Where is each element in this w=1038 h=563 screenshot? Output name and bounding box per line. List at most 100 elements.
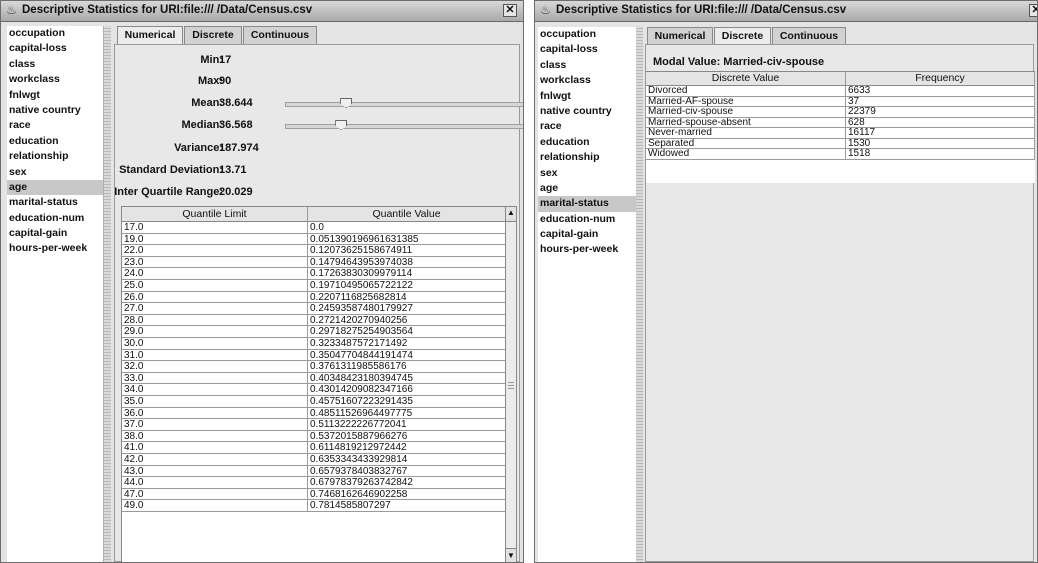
quantile-value-cell[interactable]: 0.24593587480179927 (308, 303, 506, 315)
quantile-value-cell[interactable]: 0.17263830309979114 (308, 268, 506, 280)
quantile-value-cell[interactable]: 0.14794643953974038 (308, 256, 506, 269)
median-slider[interactable] (285, 120, 523, 130)
quantile-limit-cell[interactable]: 41.0 (122, 442, 308, 454)
table-row[interactable]: 49.0 0.7814585807297 (122, 500, 506, 512)
quantile-limit-cell[interactable]: 23.0 (122, 256, 308, 269)
quantile-limit-cell[interactable]: 24.0 (122, 268, 308, 280)
quantile-value-cell[interactable]: 0.6353343433929814 (308, 454, 506, 466)
frequency-cell[interactable]: 1530 (846, 138, 1035, 149)
quantile-limit-cell[interactable]: 47.0 (122, 488, 308, 501)
column-header-frequency[interactable]: Frequency (846, 72, 1035, 85)
attribute-item[interactable]: occupation (538, 27, 636, 42)
quantile-limit-cell[interactable]: 33.0 (122, 372, 308, 385)
frequency-cell[interactable]: 37 (846, 96, 1035, 107)
quantile-value-cell[interactable]: 0.051390196961631385 (308, 233, 506, 246)
table-row[interactable]: 30.0 0.3233487572171492 (122, 338, 506, 350)
attribute-item[interactable]: relationship (538, 150, 636, 165)
discrete-value-cell[interactable]: Separated (646, 138, 846, 149)
tab-numerical[interactable]: Numerical (117, 26, 183, 44)
quantile-limit-cell[interactable]: 49.0 (122, 500, 308, 512)
column-header-discrete-value[interactable]: Discrete Value (646, 72, 846, 85)
table-row[interactable]: Separated 1530 (646, 138, 1035, 149)
tab-numerical[interactable]: Numerical (647, 27, 713, 45)
split-pane-divider[interactable] (104, 26, 111, 562)
quantile-value-cell[interactable]: 0.48511526964497775 (308, 407, 506, 420)
attribute-item[interactable]: race (538, 119, 636, 134)
table-row[interactable]: Married-AF-spouse 37 (646, 96, 1035, 107)
attribute-item[interactable]: relationship (7, 149, 103, 164)
column-header-quantile-limit[interactable]: Quantile Limit (122, 207, 308, 221)
table-row[interactable]: 33.0 0.40348423180394745 (122, 372, 506, 385)
attribute-item[interactable]: sex (7, 165, 103, 180)
table-row[interactable]: Widowed 1518 (646, 149, 1035, 160)
table-row[interactable]: 44.0 0.67978379263742842 (122, 477, 506, 489)
quantile-limit-cell[interactable]: 31.0 (122, 349, 308, 362)
quantile-value-cell[interactable]: 0.43014209082347166 (308, 384, 506, 396)
table-row[interactable]: Married-civ-spouse 22379 (646, 107, 1035, 118)
vertical-scrollbar[interactable]: ▲ ▼ (505, 206, 517, 562)
quantile-value-cell[interactable]: 0.3761311985586176 (308, 361, 506, 373)
attribute-item[interactable]: education-num (7, 211, 103, 226)
quantile-limit-cell[interactable]: 34.0 (122, 384, 308, 396)
attribute-item[interactable]: workclass (538, 73, 636, 88)
table-row[interactable]: 29.0 0.29718275254903564 (122, 326, 506, 338)
attribute-item[interactable]: class (538, 58, 636, 73)
attribute-item[interactable]: class (7, 57, 103, 72)
attribute-item[interactable]: marital-status (538, 196, 636, 212)
quantile-limit-cell[interactable]: 42.0 (122, 454, 308, 466)
discrete-value-cell[interactable]: Married-civ-spouse (646, 107, 846, 118)
attribute-item[interactable]: capital-gain (7, 226, 103, 241)
quantile-limit-cell[interactable]: 32.0 (122, 361, 308, 373)
attribute-item[interactable]: hours-per-week (7, 241, 103, 256)
attribute-item[interactable]: sex (538, 166, 636, 181)
table-row[interactable]: 43.0 0.6579378403832767 (122, 465, 506, 478)
table-row[interactable]: 22.0 0.12073625158674911 (122, 245, 506, 257)
quantile-limit-cell[interactable]: 36.0 (122, 407, 308, 420)
close-button[interactable]: ✕ (503, 4, 517, 17)
quantile-value-cell[interactable]: 0.40348423180394745 (308, 372, 506, 385)
attribute-item[interactable]: hours-per-week (538, 242, 636, 257)
frequency-cell[interactable]: 16117 (846, 128, 1035, 139)
quantile-value-cell[interactable]: 0.45751607223291435 (308, 396, 506, 408)
mean-slider-thumb[interactable] (340, 98, 353, 108)
quantile-limit-cell[interactable]: 22.0 (122, 245, 308, 257)
table-row[interactable]: 25.0 0.19710495065722122 (122, 280, 506, 292)
table-row[interactable]: 23.0 0.14794643953974038 (122, 256, 506, 269)
tab-discrete[interactable]: Discrete (714, 27, 771, 45)
title-bar[interactable]: ♨ Descriptive Statistics for URI:file://… (1, 1, 523, 22)
quantile-value-cell[interactable]: 0.7468162646902258 (308, 488, 506, 501)
quantile-value-cell[interactable]: 0.6114819212972442 (308, 442, 506, 454)
attribute-item[interactable]: race (7, 118, 103, 133)
table-row[interactable]: 26.0 0.2207116825682814 (122, 291, 506, 304)
quantile-value-cell[interactable]: 0.35047704844191474 (308, 349, 506, 362)
quantile-limit-cell[interactable]: 38.0 (122, 430, 308, 443)
attribute-item[interactable]: age (7, 179, 103, 196)
tab-discrete[interactable]: Discrete (184, 26, 242, 44)
discrete-value-cell[interactable]: Widowed (646, 149, 846, 160)
table-row[interactable]: 31.0 0.35047704844191474 (122, 349, 506, 362)
quantile-value-cell[interactable]: 0.5372015887966276 (308, 430, 506, 443)
tab-continuous[interactable]: Continuous (772, 27, 846, 45)
attribute-item[interactable]: native country (7, 103, 103, 118)
discrete-value-cell[interactable]: Married-spouse-absent (646, 117, 846, 128)
table-row[interactable]: Never-married 16117 (646, 128, 1035, 139)
scroll-up-icon[interactable]: ▲ (506, 207, 516, 219)
attribute-item[interactable]: education (538, 135, 636, 150)
quantile-limit-cell[interactable]: 26.0 (122, 291, 308, 304)
split-pane-divider[interactable] (636, 26, 643, 562)
attribute-item[interactable]: capital-gain (538, 227, 636, 242)
table-row[interactable]: 38.0 0.5372015887966276 (122, 430, 506, 443)
title-bar[interactable]: ♨ Descriptive Statistics for URI:file://… (535, 1, 1037, 22)
quantile-value-cell[interactable]: 0.12073625158674911 (308, 245, 506, 257)
quantile-limit-cell[interactable]: 27.0 (122, 303, 308, 315)
attribute-item[interactable]: fnlwgt (7, 88, 103, 103)
table-row[interactable]: 19.0 0.051390196961631385 (122, 233, 506, 246)
table-row[interactable]: 27.0 0.24593587480179927 (122, 303, 506, 315)
attribute-item[interactable]: capital-loss (538, 42, 636, 57)
scroll-thumb[interactable] (506, 221, 516, 549)
quantile-value-cell[interactable]: 0.19710495065722122 (308, 280, 506, 292)
table-row[interactable]: Married-spouse-absent 628 (646, 117, 1035, 128)
quantile-limit-cell[interactable]: 17.0 (122, 222, 308, 234)
quantile-limit-cell[interactable]: 29.0 (122, 326, 308, 338)
frequency-cell[interactable]: 22379 (846, 107, 1035, 118)
